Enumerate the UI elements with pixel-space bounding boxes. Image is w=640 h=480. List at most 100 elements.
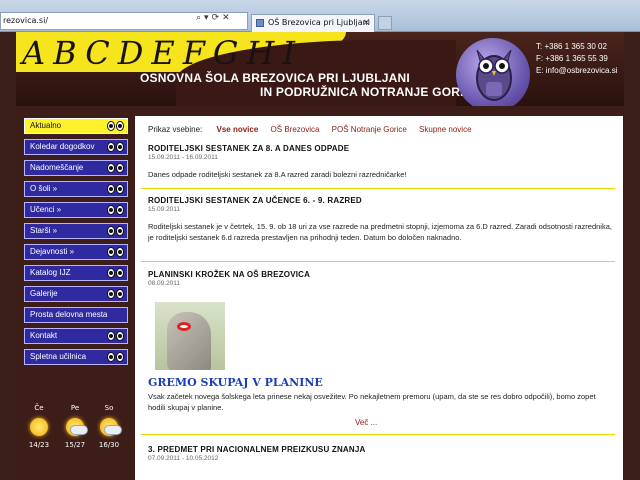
- contact-email[interactable]: E: info@osbrezovica.si: [536, 65, 622, 77]
- sidebar-item-starsi[interactable]: Starši »: [24, 223, 128, 239]
- school-name-line2: IN PODRUŽNICA NOTRANJE GORICE: [260, 85, 481, 99]
- sidebar-item-katalog[interactable]: Katalog IJZ: [24, 265, 128, 281]
- news-body: Danes odpade roditeljski sestanek za 8.A…: [148, 170, 407, 179]
- contact-info: T: +386 1 365 30 02 F: +386 1 365 55 39 …: [536, 41, 622, 77]
- favicon-icon: [256, 19, 264, 27]
- sidebar-nav: Aktualno Koledar dogodkov Nadomeščanje O…: [24, 118, 128, 370]
- address-bar-icons[interactable]: ⌕▾⟳✕: [196, 13, 233, 23]
- filter-option-os-brezovica[interactable]: OŠ Brezovica: [271, 125, 320, 134]
- sidebar-item-label: Starši »: [30, 226, 58, 235]
- eyes-icon: [107, 331, 125, 341]
- sidebar-item-label: Nadomeščanje: [30, 163, 84, 172]
- news-photo[interactable]: [155, 302, 225, 370]
- news-body: Vsak začetek novega šolskega leta prines…: [148, 392, 596, 412]
- sidebar-item-label: Aktualno: [30, 121, 62, 130]
- sidebar-item-label: Prosta delovna mesta: [30, 310, 108, 319]
- close-tab-icon[interactable]: ×: [362, 15, 370, 31]
- weather-day-label: So: [104, 404, 114, 412]
- school-name-line1: OSNOVNA ŠOLA BREZOVICA PRI LJUBLJANI: [140, 71, 410, 85]
- news-divider: [141, 188, 615, 189]
- sidebar-item-label: Dejavnosti »: [30, 247, 75, 256]
- news-divider: [141, 434, 615, 435]
- sidebar-item-aktualno[interactable]: Aktualno: [24, 118, 128, 134]
- news-divider: [141, 261, 615, 262]
- filter-label: Prikaz vsebine:: [148, 125, 203, 134]
- news-item-body: Vsak začetek novega šolskega leta prines…: [148, 391, 612, 413]
- filter-option-pos-notranje-gorice[interactable]: POŠ Notranje Gorice: [332, 125, 407, 134]
- weather-day-label: Pe: [70, 404, 80, 412]
- news-date: 08.09.2011: [148, 280, 181, 287]
- weather-day: Pe 15/27: [60, 404, 90, 449]
- weather-temp: 15/27: [64, 441, 86, 449]
- trail-marker-image: [177, 322, 191, 331]
- weather-temp: 14/23: [28, 441, 50, 449]
- sidebar-item-nadomescanje[interactable]: Nadomeščanje: [24, 160, 128, 176]
- tab-title: OŠ Brezovica pri Ljubljani: [268, 18, 370, 27]
- sidebar-item-galerije[interactable]: Galerije: [24, 286, 128, 302]
- news-item: PLANINSKI KROŽEK NA OŠ BREZOVICA 08.09.2…: [148, 270, 612, 287]
- eyes-icon: [107, 184, 125, 194]
- sidebar-item-ucenci[interactable]: Učenci »: [24, 202, 128, 218]
- sidebar-item-label: Spletna učilnica: [30, 352, 87, 361]
- sidebar-item-label: Kontakt: [30, 331, 58, 340]
- weather-day-label: Če: [34, 404, 44, 412]
- eyes-icon: [107, 121, 125, 131]
- news-title[interactable]: RODITELJSKI SESTANEK ZA 8. A DANES ODPAD…: [148, 144, 612, 153]
- news-body: Roditeljski sestanek je v četrtek, 15. 9…: [148, 222, 612, 242]
- news-date: 07.09.2011 - 10.05.2012: [148, 455, 219, 462]
- eyes-icon: [107, 352, 125, 362]
- news-headline[interactable]: GREMO SKUPAJ V PLANINE: [148, 376, 323, 389]
- weather-day: Če 14/23: [24, 404, 54, 449]
- news-title[interactable]: RODITELJSKI SESTANEK ZA UČENCE 6. - 9. R…: [148, 196, 612, 205]
- stop-icon[interactable]: ✕: [222, 13, 233, 23]
- news-title[interactable]: 3. PREDMET PRI NACIONALNEM PREIZKUSU ZNA…: [148, 445, 612, 454]
- rock-image: [167, 312, 211, 370]
- sidebar-item-koledar[interactable]: Koledar dogodkov: [24, 139, 128, 155]
- eyes-icon: [107, 226, 125, 236]
- sun-cloud-icon: [96, 415, 122, 439]
- news-item: RODITELJSKI SESTANEK ZA UČENCE 6. - 9. R…: [148, 196, 612, 243]
- owl-icon: [476, 49, 512, 101]
- eyes-icon: [107, 268, 125, 278]
- sun-icon: [26, 415, 52, 439]
- eyes-icon: [107, 205, 125, 215]
- tab-osbrezovica[interactable]: OŠ Brezovica pri Ljubljani ×: [251, 14, 375, 32]
- sun-cloud-icon: [62, 415, 88, 439]
- refresh-icon[interactable]: ⟳: [212, 13, 223, 23]
- browser-chrome: rezovica.si/ ⌕▾⟳✕ OŠ Brezovica pri Ljubl…: [0, 0, 640, 32]
- weather-temp: 16/30: [98, 441, 120, 449]
- contact-phone: T: +386 1 365 30 02: [536, 42, 607, 51]
- news-item: RODITELJSKI SESTANEK ZA 8. A DANES ODPAD…: [148, 144, 612, 180]
- sidebar-item-label: O šoli »: [30, 184, 58, 193]
- sidebar-item-label: Katalog IJZ: [30, 268, 71, 277]
- filter-option-vse[interactable]: Vse novice: [216, 125, 258, 134]
- weather-day: So 16/30: [94, 404, 124, 449]
- read-more-link[interactable]: Več ...: [355, 418, 377, 427]
- sidebar-item-label: Koledar dogodkov: [30, 142, 95, 151]
- lock-icon: ▾: [204, 13, 212, 23]
- news-item: 3. PREDMET PRI NACIONALNEM PREIZKUSU ZNA…: [148, 445, 612, 462]
- new-tab-button[interactable]: [378, 16, 392, 30]
- sidebar-item-prosta-mesta[interactable]: Prosta delovna mesta: [24, 307, 128, 323]
- logo-letters[interactable]: ABCDEFGHI: [22, 34, 303, 72]
- news-date: 15.09.2011: [148, 206, 181, 213]
- contact-fax: F: +386 1 365 55 39: [536, 54, 608, 63]
- filter-option-skupne[interactable]: Skupne novice: [419, 125, 471, 134]
- content-filter: Prikaz vsebine: Vse novice OŠ Brezovica …: [148, 125, 482, 134]
- sidebar-item-o-soli[interactable]: O šoli »: [24, 181, 128, 197]
- main-content: Prikaz vsebine: Vse novice OŠ Brezovica …: [135, 116, 623, 480]
- eyes-icon: [107, 142, 125, 152]
- sidebar-item-spletna-ucilnica[interactable]: Spletna učilnica: [24, 349, 128, 365]
- website-page: ABCDEFGHI OSNOVNA ŠOLA BREZOVICA PRI LJU…: [16, 32, 624, 480]
- sidebar-item-label: Galerije: [30, 289, 58, 298]
- site-header: ABCDEFGHI OSNOVNA ŠOLA BREZOVICA PRI LJU…: [16, 32, 624, 106]
- eyes-icon: [107, 163, 125, 173]
- search-icon[interactable]: ⌕: [196, 13, 204, 23]
- sidebar-item-kontakt[interactable]: Kontakt: [24, 328, 128, 344]
- news-date: 15.09.2011 - 16.09.2011: [148, 154, 218, 161]
- news-title[interactable]: PLANINSKI KROŽEK NA OŠ BREZOVICA: [148, 270, 612, 279]
- eyes-icon: [107, 247, 125, 257]
- sidebar-item-label: Učenci »: [30, 205, 62, 214]
- eyes-icon: [107, 289, 125, 299]
- sidebar-item-dejavnosti[interactable]: Dejavnosti »: [24, 244, 128, 260]
